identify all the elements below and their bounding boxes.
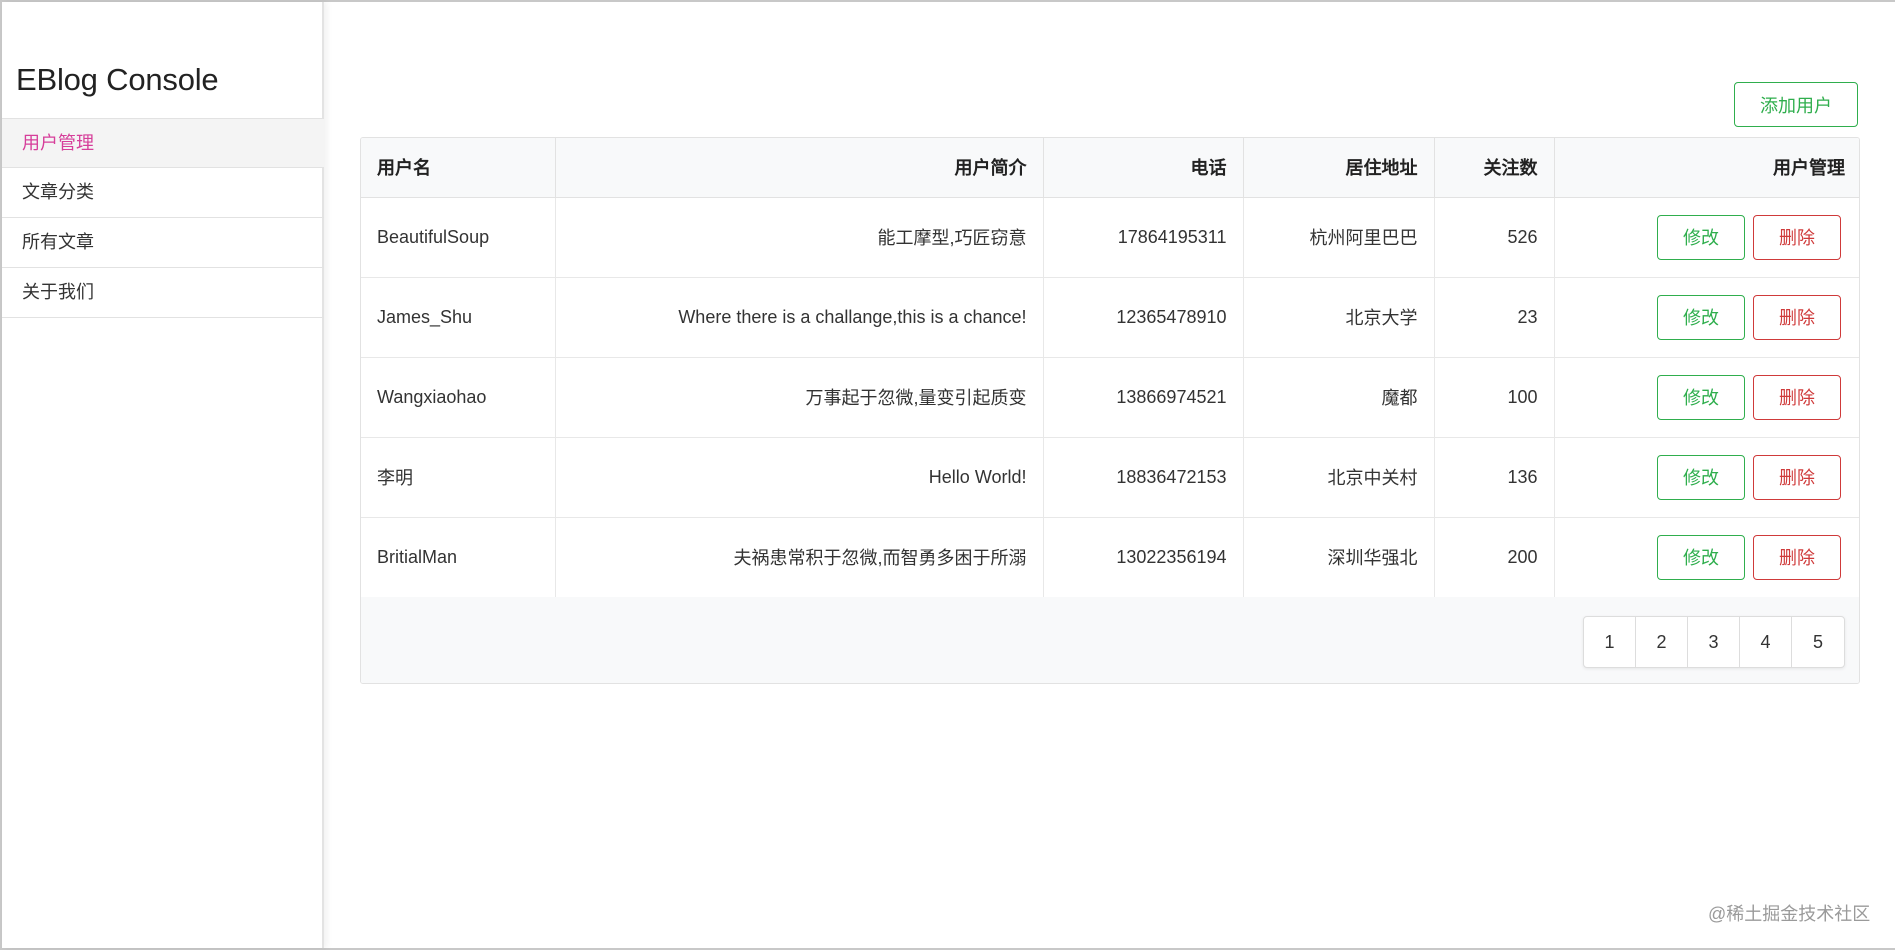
delete-button[interactable]: 删除 [1753, 294, 1841, 340]
sidebar-item-user-management[interactable]: 用户管理 [2, 118, 324, 168]
watermark: @稀土掘金技术社区 [1708, 904, 1871, 924]
delete-button[interactable]: 删除 [1753, 214, 1841, 260]
page-button-2[interactable]: 2 [1636, 617, 1688, 667]
table-row: Wangxiaohao 万事起于忽微,量变引起质变 13866974521 魔都… [361, 357, 1859, 437]
column-header-address: 居住地址 [1243, 138, 1435, 198]
cell-address: 北京大学 [1243, 277, 1435, 357]
cell-actions: 修改 删除 [1554, 357, 1859, 437]
cell-phone: 13866974521 [1043, 357, 1244, 437]
cell-follows: 100 [1434, 357, 1555, 437]
delete-button[interactable]: 删除 [1753, 374, 1841, 420]
table-header-row: 用户名 用户简介 电话 居住地址 关注数 用户管理 [361, 138, 1859, 198]
cell-phone: 17864195311 [1043, 197, 1244, 277]
row-actions: 修改 删除 [1571, 454, 1846, 500]
row-actions: 修改 删除 [1571, 534, 1846, 580]
column-header-phone: 电话 [1043, 138, 1244, 198]
page-button-4[interactable]: 4 [1740, 617, 1792, 667]
cell-actions: 修改 删除 [1554, 437, 1859, 517]
cell-actions: 修改 删除 [1554, 517, 1859, 597]
cell-bio: 能工摩型,巧匠窃意 [555, 197, 1044, 277]
edit-button[interactable]: 修改 [1657, 374, 1745, 420]
add-user-button[interactable]: 添加用户 [1734, 82, 1858, 127]
cell-bio: 万事起于忽微,量变引起质变 [555, 357, 1044, 437]
cell-bio: Hello World! [555, 437, 1044, 517]
table-row: BritialMan 夫祸患常积于忽微,而智勇多困于所溺 13022356194… [361, 517, 1859, 597]
edit-button[interactable]: 修改 [1657, 534, 1745, 580]
cell-phone: 18836472153 [1043, 437, 1244, 517]
cell-username: James_Shu [361, 277, 556, 357]
column-header-user-management: 用户管理 [1554, 138, 1859, 198]
table-footer: 1 2 3 4 5 [361, 597, 1859, 683]
cell-actions: 修改 删除 [1554, 277, 1859, 357]
page-button-5[interactable]: 5 [1792, 617, 1844, 667]
edit-button[interactable]: 修改 [1657, 454, 1745, 500]
cell-phone: 13022356194 [1043, 517, 1244, 597]
page-button-3[interactable]: 3 [1688, 617, 1740, 667]
cell-address: 杭州阿里巴巴 [1243, 197, 1435, 277]
cell-bio: Where there is a challange,this is a cha… [555, 277, 1044, 357]
column-header-bio: 用户简介 [555, 138, 1044, 198]
page-button-1[interactable]: 1 [1584, 617, 1636, 667]
cell-address: 深圳华强北 [1243, 517, 1435, 597]
cell-bio: 夫祸患常积于忽微,而智勇多困于所溺 [555, 517, 1044, 597]
table-row: 李明 Hello World! 18836472153 北京中关村 136 修改… [361, 437, 1859, 517]
row-actions: 修改 删除 [1571, 214, 1846, 260]
sidebar-item-about-us[interactable]: 关于我们 [2, 268, 324, 318]
cell-address: 北京中关村 [1243, 437, 1435, 517]
column-header-username: 用户名 [361, 138, 556, 198]
cell-username: 李明 [361, 437, 556, 517]
cell-follows: 200 [1434, 517, 1555, 597]
delete-button[interactable]: 删除 [1753, 534, 1841, 580]
column-header-follows: 关注数 [1434, 138, 1555, 198]
user-table-panel: 用户名 用户简介 电话 居住地址 关注数 用户管理 BeautifulSoup … [360, 137, 1860, 684]
table-row: James_Shu Where there is a challange,thi… [361, 277, 1859, 357]
row-actions: 修改 删除 [1571, 374, 1846, 420]
user-table: 用户名 用户简介 电话 居住地址 关注数 用户管理 BeautifulSoup … [361, 138, 1859, 598]
cell-username: BritialMan [361, 517, 556, 597]
edit-button[interactable]: 修改 [1657, 294, 1745, 340]
row-actions: 修改 删除 [1571, 294, 1846, 340]
cell-phone: 12365478910 [1043, 277, 1244, 357]
cell-follows: 23 [1434, 277, 1555, 357]
sidebar-item-article-categories[interactable]: 文章分类 [2, 168, 324, 218]
cell-address: 魔都 [1243, 357, 1435, 437]
cell-username: Wangxiaohao [361, 357, 556, 437]
sidebar-nav: 用户管理 文章分类 所有文章 关于我们 [2, 118, 324, 318]
cell-actions: 修改 删除 [1554, 197, 1859, 277]
cell-follows: 526 [1434, 197, 1555, 277]
cell-username: BeautifulSoup [361, 197, 556, 277]
sidebar: EBlog Console 用户管理 文章分类 所有文章 关于我们 [2, 2, 324, 948]
delete-button[interactable]: 删除 [1753, 454, 1841, 500]
cell-follows: 136 [1434, 437, 1555, 517]
app-title: EBlog Console [16, 62, 219, 97]
pagination: 1 2 3 4 5 [1583, 616, 1845, 668]
sidebar-item-all-articles[interactable]: 所有文章 [2, 218, 324, 268]
edit-button[interactable]: 修改 [1657, 214, 1745, 260]
table-row: BeautifulSoup 能工摩型,巧匠窃意 17864195311 杭州阿里… [361, 197, 1859, 277]
